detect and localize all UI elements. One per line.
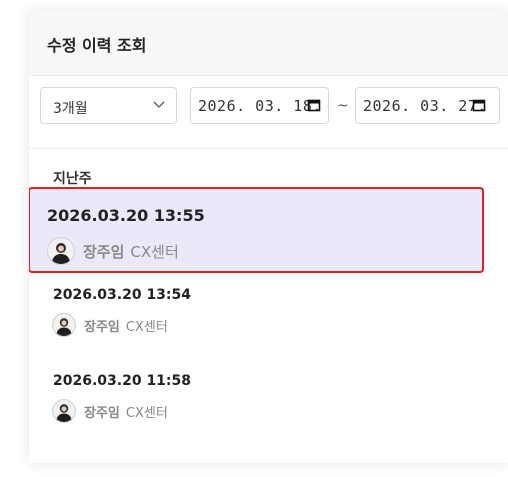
- entry-time: 2026.03.20 13:54: [53, 287, 192, 303]
- start-date-input[interactable]: 2026. 03. 18.: [190, 87, 329, 124]
- group-label-last-week: 지난주: [53, 171, 92, 187]
- end-date-input[interactable]: 2026. 03. 27.: [355, 87, 500, 124]
- entry-author: 장주임 CX센터: [47, 237, 179, 265]
- user-avatar-icon: [47, 237, 75, 265]
- chevron-down-icon: [153, 101, 165, 109]
- start-date-value: 2026. 03. 18.: [198, 97, 322, 115]
- period-select-value: 3개월: [53, 101, 88, 117]
- author-department: CX센터: [130, 242, 179, 261]
- end-date-value: 2026. 03. 27.: [363, 97, 487, 115]
- edit-history-panel: 수정 이력 조회 3개월 2026. 03. 18. ~ 2026. 03. 2…: [29, 11, 508, 463]
- calendar-icon[interactable]: [307, 98, 321, 112]
- filter-row: 3개월 2026. 03. 18. ~ 2026. 03. 27.: [29, 76, 508, 149]
- panel-title: 수정 이력 조회: [47, 36, 147, 55]
- entry-time: 2026.03.20 11:58: [53, 373, 192, 389]
- period-select[interactable]: 3개월: [40, 87, 177, 124]
- entry-time: 2026.03.20 13:55: [47, 206, 205, 225]
- author-name: 장주임: [84, 405, 120, 421]
- author-name: 장주임: [83, 242, 125, 261]
- date-range-separator: ~: [337, 98, 349, 114]
- entry-author: 장주임 CX센터: [52, 313, 168, 337]
- history-entry[interactable]: 2026.03.20 11:58 장주임 CX센터: [29, 367, 508, 445]
- author-department: CX센터: [125, 405, 168, 421]
- author-department: CX센터: [125, 319, 168, 335]
- entry-author: 장주임 CX센터: [52, 399, 168, 423]
- panel-header: 수정 이력 조회: [29, 11, 508, 76]
- calendar-icon[interactable]: [472, 98, 486, 112]
- author-name: 장주임: [84, 319, 120, 335]
- user-avatar-icon: [52, 313, 76, 337]
- history-entry[interactable]: 2026.03.20 13:54 장주임 CX센터: [29, 281, 508, 359]
- history-entry[interactable]: 2026.03.20 13:55 장주임 CX센터: [29, 187, 484, 273]
- user-avatar-icon: [52, 399, 76, 423]
